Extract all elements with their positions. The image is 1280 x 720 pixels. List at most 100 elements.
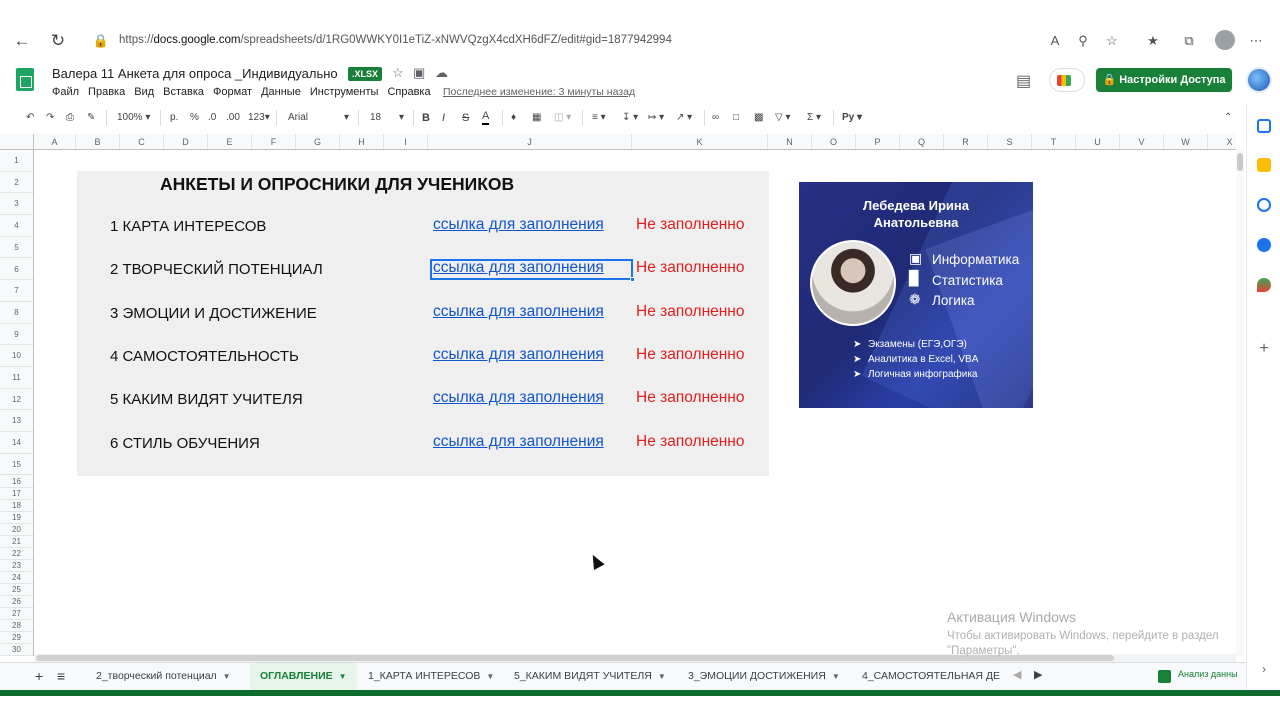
reload-icon[interactable]: ↻	[47, 30, 69, 52]
column-header[interactable]: X	[1208, 134, 1236, 149]
menu-file[interactable]: Файл	[52, 86, 79, 98]
row-header[interactable]: 16	[0, 476, 33, 488]
scroll-tabs-right-icon[interactable]: ▶	[1034, 668, 1042, 681]
row-header[interactable]: 22	[0, 548, 33, 560]
column-header[interactable]: B	[76, 134, 120, 149]
favorites-icon[interactable]: ★	[1144, 32, 1162, 50]
insert-link-icon[interactable]: ∞	[712, 110, 719, 126]
text-wrap-icon[interactable]: ↦ ▾	[648, 110, 664, 126]
increase-decimal-button[interactable]: .00	[226, 110, 240, 126]
row-header[interactable]: 2	[0, 172, 33, 194]
column-header[interactable]: E	[208, 134, 252, 149]
row-header[interactable]: 10	[0, 345, 33, 367]
expand-panel-icon[interactable]: ›	[1257, 662, 1271, 676]
sheet-tab[interactable]: 2_творческий потенциал ▼	[86, 663, 241, 690]
last-edit-link[interactable]: Последнее изменение: 3 минуты назад	[443, 86, 635, 98]
survey-link[interactable]: ссылка для заполнения	[433, 433, 604, 451]
back-icon[interactable]: ←	[11, 30, 33, 52]
all-sheets-icon[interactable]: ≡	[57, 668, 65, 684]
row-header[interactable]: 17	[0, 488, 33, 500]
column-header[interactable]: P	[856, 134, 900, 149]
row-header[interactable]: 21	[0, 536, 33, 548]
bold-button[interactable]: B	[422, 110, 430, 126]
row-header[interactable]: 11	[0, 367, 33, 389]
menu-format[interactable]: Формат	[213, 86, 252, 98]
tasks-icon[interactable]	[1257, 198, 1271, 212]
sheet-tab[interactable]: 4_САМОСТОЯТЕЛЬНАЯ ДЕ	[852, 663, 1002, 690]
row-header[interactable]: 12	[0, 389, 33, 411]
text-rotation-icon[interactable]: ↗ ▾	[676, 110, 692, 126]
row-header[interactable]: 6	[0, 259, 33, 281]
column-header[interactable]: R	[944, 134, 988, 149]
row-header[interactable]: 30	[0, 644, 33, 656]
row-header[interactable]: 13	[0, 410, 33, 433]
italic-button[interactable]: I	[442, 110, 445, 126]
sheet-tab-active[interactable]: ОГЛАВЛЕНИЕ ▼	[250, 663, 357, 690]
tutor-promo-image[interactable]: Лебедева Ирина Анатольевна ▣ Информатика…	[799, 182, 1033, 408]
explore-icon[interactable]	[1158, 670, 1171, 683]
column-header[interactable]: U	[1076, 134, 1120, 149]
read-aloud-icon[interactable]: A	[1046, 32, 1064, 50]
profile-avatar[interactable]	[1215, 30, 1235, 50]
vertical-scroll-thumb[interactable]	[1237, 153, 1243, 171]
decrease-decimal-button[interactable]: .0	[208, 110, 216, 126]
row-header[interactable]: 15	[0, 454, 33, 476]
contacts-icon[interactable]	[1257, 238, 1271, 252]
row-header[interactable]: 14	[0, 432, 33, 454]
comments-icon[interactable]: ▤	[1016, 71, 1031, 91]
row-header[interactable]: 8	[0, 302, 33, 324]
column-header[interactable]: N	[768, 134, 812, 149]
sheet-tab[interactable]: 5_КАКИМ ВИДЯТ УЧИТЕЛЯ ▼	[504, 663, 676, 690]
column-header[interactable]: D	[164, 134, 208, 149]
row-header[interactable]: 23	[0, 560, 33, 572]
collections-icon[interactable]: ⧉	[1180, 32, 1198, 50]
column-header[interactable]: F	[252, 134, 296, 149]
insert-comment-icon[interactable]: □	[733, 110, 739, 126]
survey-link[interactable]: ссылка для заполнения	[433, 389, 604, 407]
column-header[interactable]: T	[1032, 134, 1076, 149]
fill-color-icon[interactable]: ♦	[511, 110, 516, 126]
column-header[interactable]: W	[1164, 134, 1208, 149]
url-field[interactable]: https://docs.google.com/spreadsheets/d/1…	[119, 34, 672, 46]
menu-data[interactable]: Данные	[261, 86, 301, 98]
row-header[interactable]: 26	[0, 596, 33, 608]
collapse-toolbar-icon[interactable]: ⌃	[1224, 110, 1232, 126]
column-header[interactable]: S	[988, 134, 1032, 149]
menu-tools[interactable]: Инструменты	[310, 86, 379, 98]
star-icon[interactable]: ☆	[392, 65, 404, 81]
row-header[interactable]: 28	[0, 620, 33, 632]
horizontal-align-icon[interactable]: ≡ ▾	[592, 110, 606, 126]
sheet-tab[interactable]: 1_КАРТА ИНТЕРЕСОВ ▼	[358, 663, 504, 690]
select-all-corner[interactable]	[0, 134, 34, 150]
undo-icon[interactable]: ↶	[26, 110, 34, 126]
survey-link[interactable]: ссылка для заполнения	[433, 216, 604, 234]
row-header[interactable]: 7	[0, 280, 33, 302]
column-header[interactable]: A	[34, 134, 76, 149]
redo-icon[interactable]: ↷	[46, 110, 54, 126]
column-header[interactable]: H	[340, 134, 384, 149]
print-icon[interactable]: ⎙	[66, 110, 74, 126]
insert-chart-icon[interactable]: ▩	[754, 110, 763, 126]
paint-format-icon[interactable]: ✎	[87, 110, 95, 126]
vertical-scrollbar[interactable]	[1236, 150, 1244, 656]
column-header[interactable]: C	[120, 134, 164, 149]
font-select[interactable]: Arial	[288, 110, 308, 126]
font-select-arrow-icon[interactable]: ▾	[344, 110, 349, 126]
scroll-tabs-left-icon[interactable]: ◀	[1013, 668, 1021, 681]
text-color-button[interactable]: A	[482, 110, 490, 125]
column-header[interactable]: I	[384, 134, 428, 149]
document-title[interactable]: Валера 11 Анкета для опроса _Индивидуаль…	[52, 66, 338, 81]
column-header[interactable]: O	[812, 134, 856, 149]
move-folder-icon[interactable]: ▣	[413, 65, 425, 81]
input-tools-icon[interactable]: Py ▾	[842, 110, 862, 126]
maps-icon[interactable]	[1257, 278, 1271, 292]
add-addon-icon[interactable]: +	[1257, 341, 1271, 357]
font-size-select[interactable]: 18	[370, 110, 381, 126]
column-header[interactable]: J	[428, 134, 632, 149]
strikethrough-button[interactable]: S	[462, 110, 469, 126]
row-header[interactable]: 20	[0, 524, 33, 536]
zoom-select[interactable]: 100% ▾	[117, 110, 150, 126]
merge-cells-icon[interactable]: ◫ ▾	[554, 110, 571, 126]
borders-icon[interactable]: ▦	[532, 110, 541, 126]
currency-format-button[interactable]: р.	[170, 110, 178, 126]
